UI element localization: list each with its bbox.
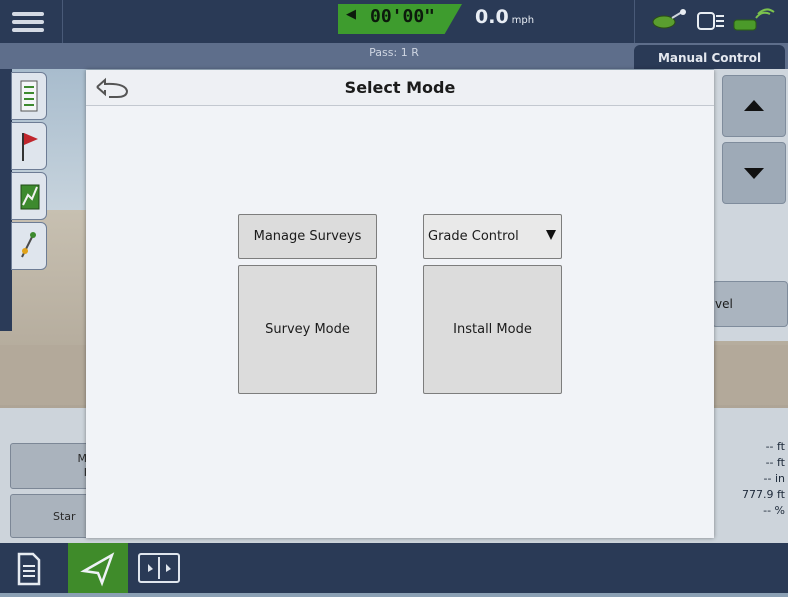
tool-layers[interactable] (11, 72, 47, 120)
status-icons[interactable] (652, 8, 782, 34)
survey-mode-button[interactable]: Survey Mode (238, 265, 377, 394)
arrow-up-icon (744, 100, 764, 111)
grade-control-select[interactable]: Grade Control (423, 214, 562, 259)
elapsed-timer: 00'00" (370, 6, 436, 27)
select-mode-dialog: Select Mode Manage Surveys Survey Mode G… (86, 70, 714, 538)
topbar-divider (62, 0, 63, 43)
start-button[interactable]: Star (10, 494, 90, 538)
document-icon[interactable] (8, 551, 48, 587)
tool-chart[interactable] (11, 172, 47, 220)
guidance-tab[interactable] (68, 543, 128, 593)
timer-arrow-icon: ◀ (346, 7, 356, 22)
topbar-divider (634, 0, 635, 43)
info-value: -- in (763, 472, 785, 485)
left-info-button[interactable]: M I (10, 443, 92, 489)
level-button[interactable]: vel (712, 281, 788, 327)
guidance-icon (80, 552, 115, 587)
lower-button[interactable] (722, 142, 786, 204)
raise-button[interactable] (722, 75, 786, 137)
speed-value: 0.0 (475, 6, 509, 28)
info-value: 777.9 ft (742, 488, 785, 501)
hamburger-icon[interactable] (8, 8, 48, 34)
arrow-down-icon (744, 168, 764, 179)
layers-icon (20, 80, 38, 112)
ready-icon (652, 9, 686, 29)
split-panes-icon (148, 557, 171, 579)
tool-pin[interactable] (11, 222, 47, 270)
flag-icon (22, 133, 38, 161)
dropdown-caret-icon (546, 230, 556, 240)
info-value: -- ft (765, 456, 785, 469)
level-button-label: vel (715, 297, 733, 311)
info-value: -- ft (765, 440, 785, 453)
start-button-label: Star (53, 510, 76, 523)
dialog-title: Select Mode (344, 78, 456, 97)
device-icon (697, 12, 724, 30)
manual-control-tab[interactable]: Manual Control (634, 45, 785, 69)
install-mode-button[interactable]: Install Mode (423, 265, 562, 394)
chart-icon (20, 184, 40, 210)
manage-surveys-button[interactable]: Manage Surveys (238, 214, 377, 259)
grade-control-value: Grade Control (428, 229, 519, 244)
tool-flag[interactable] (11, 122, 47, 170)
gps-icon (733, 8, 775, 31)
back-arrow-icon[interactable] (91, 75, 135, 101)
speed-unit: mph (511, 15, 535, 26)
left-info-button-label: M I (77, 452, 88, 479)
ground-speed: 0.0 mph (475, 6, 534, 28)
info-value: -- % (763, 504, 785, 517)
bottom-nav (0, 543, 788, 593)
pin-icon (21, 232, 36, 258)
info-values: -- ft -- ft -- in 777.9 ft -- % (714, 440, 788, 520)
split-view-icon[interactable] (138, 553, 180, 583)
